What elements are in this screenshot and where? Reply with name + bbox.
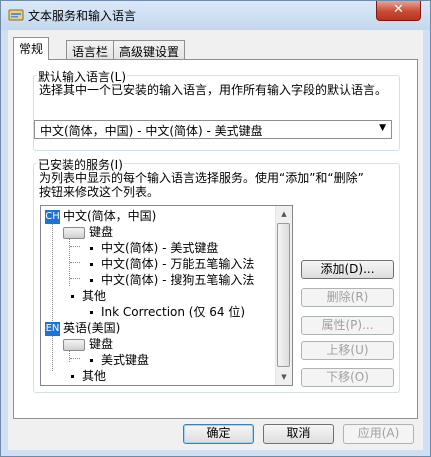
- tree-item-lang-zh[interactable]: CH 中文(简体，中国): [45, 208, 156, 224]
- tree-item-lang-en[interactable]: EN 英语(美国): [45, 320, 120, 336]
- apply-button[interactable]: 应用(A): [343, 424, 414, 444]
- tree-item-label: 其他: [82, 289, 107, 303]
- tab-advanced-key-settings[interactable]: 高级键设置: [113, 40, 186, 59]
- keyboard-icon: [63, 226, 85, 239]
- tree-connector: [70, 246, 80, 247]
- tree-item-label: 中文(简体) - 搜狗五笔输入法: [101, 273, 255, 287]
- tree-item-label: 键盘: [89, 225, 114, 239]
- tree-item-label: 其他: [82, 369, 107, 383]
- scroll-thumb[interactable]: [277, 223, 290, 367]
- properties-button[interactable]: 属性(P)...: [301, 316, 394, 335]
- tab-general-label: 常规: [19, 42, 44, 56]
- tree-item-label: 美式键盘: [101, 353, 150, 367]
- dialog-window: 文本服务和输入语言 ✕ 常规 语言栏 高级键设置 默认输入语言(L) 选择其中一…: [0, 0, 431, 457]
- ok-button[interactable]: 确定: [183, 424, 254, 444]
- bullet-icon: [71, 295, 74, 298]
- tab-language-bar-label: 语言栏: [72, 45, 109, 59]
- tree-item-keyboard-en[interactable]: 键盘: [63, 336, 113, 352]
- installed-services-tree[interactable]: CH 中文(简体，中国) 键盘 中文(简体) - 美式键盘 中文(简体) - 万能…: [40, 205, 293, 386]
- add-button[interactable]: 添加(D)...: [301, 260, 394, 279]
- tree-connector: [70, 278, 80, 279]
- tree-item-kb-zh-sogou[interactable]: 中文(简体) - 搜狗五笔输入法: [90, 272, 254, 288]
- tree-item-kb-zh-us[interactable]: 中文(简体) - 美式键盘: [90, 240, 218, 256]
- keyboard-icon: [63, 338, 85, 351]
- tree-connector: [52, 222, 53, 371]
- close-icon: ✕: [393, 2, 404, 17]
- cancel-button[interactable]: 取消: [263, 424, 334, 444]
- title-bar: 文本服务和输入语言 ✕: [1, 1, 430, 30]
- tree-item-other-en[interactable]: 其他: [71, 368, 106, 384]
- bullet-icon: [71, 375, 74, 378]
- language-badge-zh: CH: [45, 209, 60, 224]
- move-up-button[interactable]: 上移(U): [301, 341, 394, 360]
- dropdown-arrow-icon: ▼: [379, 123, 386, 133]
- text-services-icon: [8, 9, 24, 21]
- tree-item-label: 中文(简体) - 万能五笔输入法: [101, 257, 255, 271]
- scroll-down-arrow-icon[interactable]: ▼: [276, 369, 292, 385]
- tree-item-kb-en-us[interactable]: 美式键盘: [90, 352, 149, 368]
- move-down-button[interactable]: 下移(O): [301, 368, 394, 387]
- default-language-dropdown[interactable]: 中文(简体，中国) - 中文(简体) - 美式键盘 ▼: [34, 120, 392, 139]
- bullet-icon: [90, 247, 93, 250]
- bullet-icon: [90, 279, 93, 282]
- remove-button[interactable]: 删除(R): [301, 288, 394, 307]
- tab-language-bar[interactable]: 语言栏: [66, 40, 115, 59]
- close-button[interactable]: ✕: [376, 1, 421, 21]
- tree-item-label: 键盘: [89, 337, 114, 351]
- tree-scrollbar[interactable]: ▲ ▼: [275, 206, 292, 385]
- tree-item-label: 英语(美国): [63, 321, 121, 335]
- tree-connector: [70, 358, 80, 359]
- default-language-description: 选择其中一个已安装的输入语言，用作所有输入字段的默认语言。: [39, 83, 388, 97]
- tree-connector: [70, 262, 80, 263]
- installed-services-description-line2: 按钮来修改这个列表。: [39, 185, 160, 199]
- tab-advanced-key-settings-label: 高级键设置: [119, 45, 180, 59]
- default-language-selected: 中文(简体，中国) - 中文(简体) - 美式键盘: [40, 124, 263, 138]
- tree-item-ink-correction[interactable]: Ink Correction (仅 64 位): [90, 304, 245, 320]
- bullet-icon: [90, 263, 93, 266]
- tree-item-keyboard-zh[interactable]: 键盘: [63, 224, 113, 240]
- installed-services-description-line1: 为列表中显示的每个输入语言选择服务。使用“添加”和“删除”: [39, 171, 364, 185]
- tree-item-kb-zh-wanneng[interactable]: 中文(简体) - 万能五笔输入法: [90, 256, 254, 272]
- bullet-icon: [90, 311, 93, 314]
- bullet-icon: [90, 359, 93, 362]
- tree-item-label: 中文(简体，中国): [63, 209, 157, 223]
- tree-item-label: 中文(简体) - 美式键盘: [101, 241, 219, 255]
- language-badge-en: EN: [45, 321, 60, 336]
- scroll-up-arrow-icon[interactable]: ▲: [276, 206, 292, 222]
- tab-general[interactable]: 常规: [13, 37, 50, 60]
- window-title: 文本服务和输入语言: [28, 9, 137, 23]
- tree-item-label: Ink Correction (仅 64 位): [101, 305, 246, 319]
- tree-item-other-zh[interactable]: 其他: [71, 288, 106, 304]
